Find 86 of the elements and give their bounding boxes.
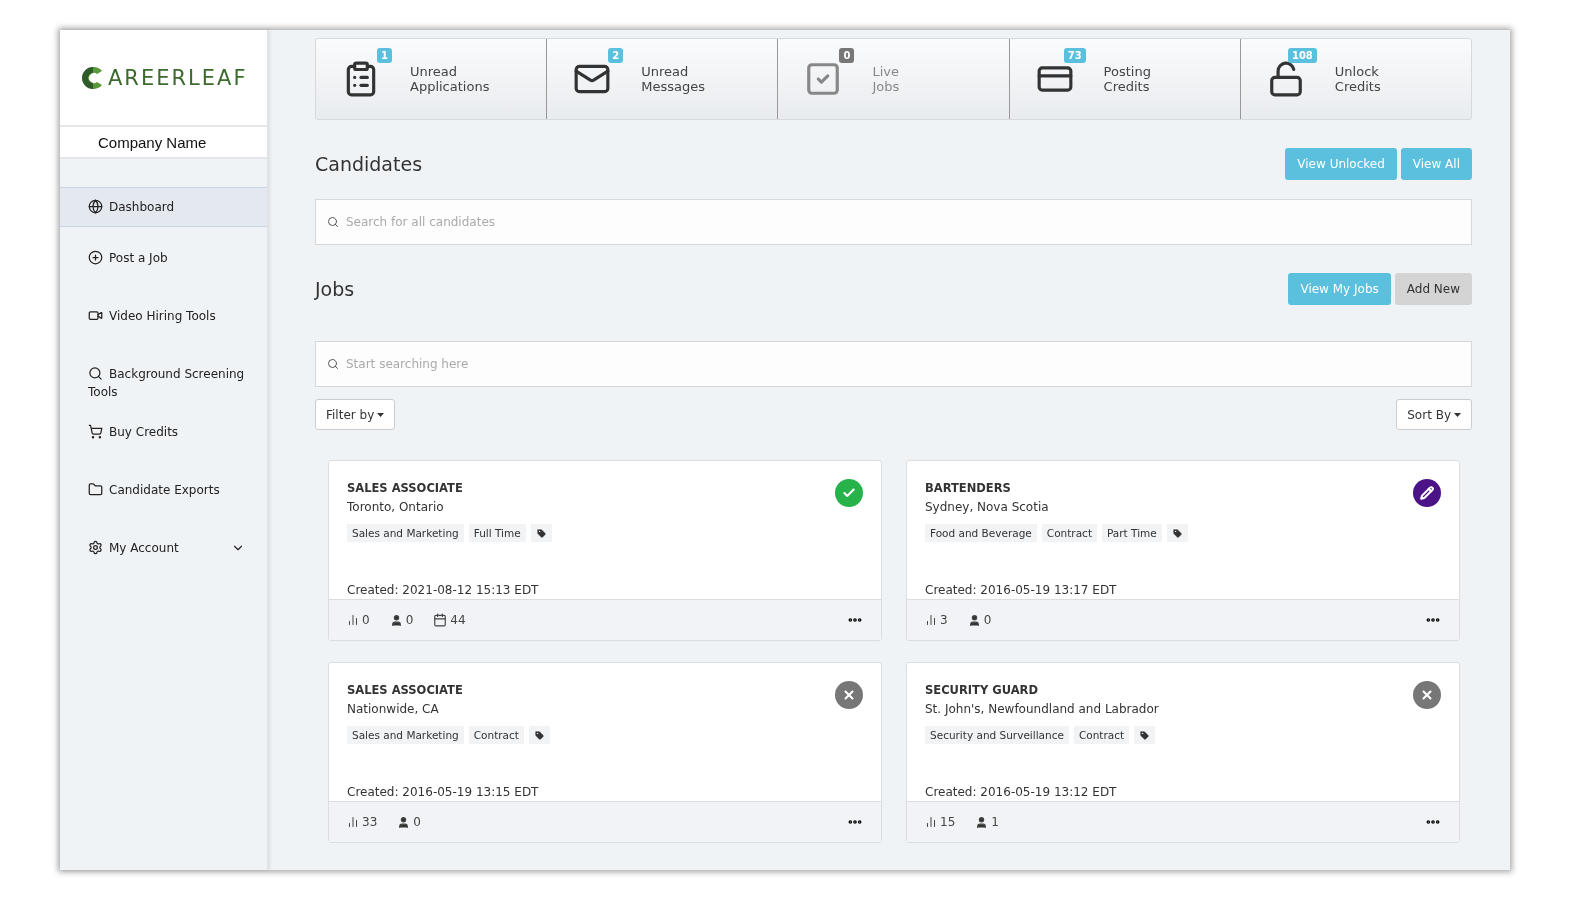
job-title[interactable]: BARTENDERS <box>925 481 1011 495</box>
created-date: Created: 2016-05-19 13:17 EDT <box>925 583 1117 599</box>
job-tag: Sales and Marketing <box>347 524 464 542</box>
search-icon <box>327 358 339 370</box>
stat-label: Unread Applications <box>410 64 490 94</box>
stat-label: Posting Credits <box>1103 64 1151 94</box>
count-badge: 0 <box>839 48 855 63</box>
bar-chart-icon <box>347 816 359 828</box>
tag-icon[interactable] <box>1134 726 1156 744</box>
person-icon <box>975 815 989 829</box>
stat-tile[interactable]: 73 Posting Credits <box>1008 39 1240 119</box>
sidebar-item[interactable]: Background Screening Tools <box>60 365 267 401</box>
sidebar-item[interactable]: Candidate Exports <box>60 481 267 517</box>
person-icon <box>397 815 411 829</box>
caret-icon <box>1454 412 1461 417</box>
nav-icon <box>88 482 103 497</box>
caret-icon <box>377 412 385 417</box>
sidebar-item[interactable]: Video Hiring Tools <box>60 307 267 343</box>
job-location: Sydney, Nova Scotia <box>925 500 1049 514</box>
job-title[interactable]: SALES ASSOCIATE <box>347 481 463 495</box>
tag-icon[interactable] <box>530 524 552 542</box>
section-button[interactable]: Add New <box>1394 273 1472 305</box>
search-field[interactable]: Search for all candidates <box>315 199 1472 245</box>
sort-dropdown[interactable]: Sort By <box>1396 399 1472 430</box>
nav-icon <box>88 366 103 381</box>
sidebar-item[interactable]: Post a Job <box>60 249 267 285</box>
bar-chart-icon <box>925 614 937 626</box>
nav-icon <box>88 250 103 265</box>
applicants-count: 1 <box>975 815 999 829</box>
created-date: Created: 2021-08-12 15:13 EDT <box>347 583 539 599</box>
tag-icon[interactable] <box>1166 524 1188 542</box>
count-badge: 108 <box>1287 48 1317 63</box>
days-count: 44 <box>433 613 466 627</box>
views-count: 33 <box>347 815 378 829</box>
sidebar-item[interactable]: Buy Credits <box>60 423 267 459</box>
stat-label: Unread Messages <box>641 64 705 94</box>
stat-tile[interactable]: 1 Unread Applications <box>316 39 547 119</box>
job-title[interactable]: SALES ASSOCIATE <box>347 683 463 697</box>
nav-icon <box>88 424 103 439</box>
stat-label: Live Jobs <box>872 64 900 94</box>
job-tag: Security and Surveillance <box>925 726 1069 744</box>
job-location: Nationwide, CA <box>347 702 439 716</box>
job-location: St. John's, Newfoundland and Labrador <box>925 702 1159 716</box>
search-icon <box>327 216 339 228</box>
sidebar-item[interactable]: Dashboard <box>60 187 267 227</box>
sidebar-item[interactable]: My Account <box>60 539 267 575</box>
job-title[interactable]: SECURITY GUARD <box>925 683 1038 697</box>
count-badge: 1 <box>377 48 392 63</box>
filter-dropdown[interactable]: Filter by <box>315 399 396 430</box>
logo-text: AREERLEAF <box>108 65 248 90</box>
job-tag: Contract <box>1041 524 1097 542</box>
job-tag: Contract <box>468 726 524 744</box>
created-date: Created: 2016-05-19 13:15 EDT <box>347 785 539 801</box>
job-tag: Part Time <box>1102 524 1162 542</box>
stat-label: Unlock Credits <box>1334 64 1381 94</box>
tag-icon[interactable] <box>528 726 550 744</box>
applicants-count: 0 <box>389 613 414 627</box>
job-location: Toronto, Ontario <box>347 500 444 514</box>
calendar-icon <box>433 613 448 627</box>
job-tag: Contract <box>1073 726 1130 744</box>
nav-icon <box>88 540 103 555</box>
company-name: Company Name <box>60 125 267 159</box>
views-count: 3 <box>925 613 948 627</box>
job-tag: Full Time <box>468 524 526 542</box>
section-title: Jobs <box>315 278 355 300</box>
bar-chart-icon <box>925 816 937 828</box>
applicants-count: 0 <box>967 613 992 627</box>
views-count: 15 <box>925 815 956 829</box>
status-indicator[interactable] <box>1413 479 1441 507</box>
section-title: Candidates <box>315 153 423 175</box>
views-count: 0 <box>347 613 370 627</box>
nav-icon <box>88 199 103 214</box>
job-tag: Sales and Marketing <box>347 726 464 744</box>
count-badge: 73 <box>1063 48 1086 63</box>
created-date: Created: 2016-05-19 13:12 EDT <box>925 785 1117 801</box>
search-field[interactable]: Start searching here <box>315 341 1472 387</box>
count-badge: 2 <box>608 48 624 63</box>
stat-tile[interactable]: 2 Unread Messages <box>546 39 778 119</box>
applicants-count: 0 <box>397 815 421 829</box>
job-tag: Food and Beverage <box>925 524 1037 542</box>
bar-chart-icon <box>347 614 359 626</box>
nav-icon <box>88 308 103 323</box>
person-icon <box>967 613 981 627</box>
stat-tile[interactable]: 0 Live Jobs <box>777 39 1009 119</box>
stat-tile[interactable]: 108 Unlock Credits <box>1239 39 1471 119</box>
person-icon <box>389 613 403 627</box>
